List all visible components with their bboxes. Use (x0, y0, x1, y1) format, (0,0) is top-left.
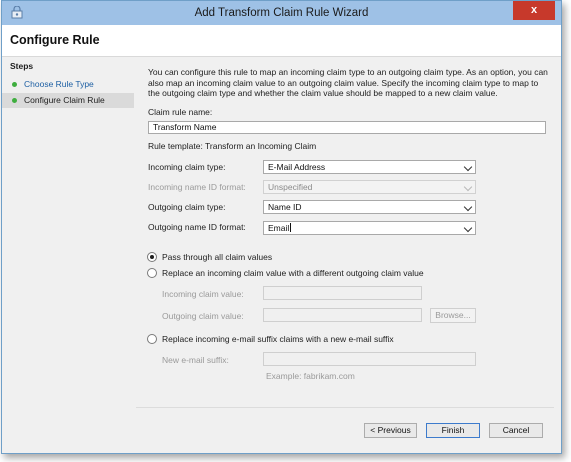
outgoing-claim-type-label: Outgoing claim type: (148, 202, 226, 212)
title-bar: Add Transform Claim Rule Wizard x (2, 1, 561, 25)
new-suffix-label: New e-mail suffix: (162, 355, 229, 365)
step-label: Choose Rule Type (24, 79, 94, 89)
pass-through-label[interactable]: Pass through all claim values (162, 252, 272, 262)
incoming-name-id-value: Unspecified (268, 182, 313, 192)
chevron-down-icon (463, 182, 473, 192)
rule-template-text: Rule template: Transform an Incoming Cla… (148, 141, 317, 151)
window-title: Add Transform Claim Rule Wizard (194, 7, 369, 19)
steps-panel: Steps Choose Rule Type Configure Claim R… (2, 57, 134, 451)
outgoing-claim-type-value: Name ID (268, 202, 302, 212)
close-icon: x (530, 4, 538, 16)
text-cursor (290, 223, 292, 232)
step-choose-rule-type[interactable]: Choose Rule Type (2, 77, 134, 92)
steps-title: Steps (10, 61, 34, 71)
page-header: Configure Rule (2, 25, 561, 57)
suffix-example-text: Example: fabrikam.com (266, 371, 355, 381)
replace-suffix-radio[interactable] (147, 334, 157, 344)
rule-name-input[interactable]: Transform Name (148, 121, 546, 134)
incoming-claim-type-select[interactable]: E-Mail Address (263, 160, 476, 174)
step-label: Configure Claim Rule (24, 95, 105, 105)
browse-button: Browse... (430, 308, 476, 323)
outgoing-name-id-value: Email (268, 223, 290, 233)
chevron-down-icon (463, 202, 473, 212)
step-status-icon (12, 82, 17, 87)
replace-suffix-label[interactable]: Replace incoming e-mail suffix claims wi… (162, 334, 394, 344)
pass-through-radio[interactable] (147, 252, 157, 262)
outgoing-claim-type-select[interactable]: Name ID (263, 200, 476, 214)
page-title: Configure Rule (10, 33, 100, 47)
chevron-down-icon (463, 223, 473, 233)
cancel-button[interactable]: Cancel (489, 423, 543, 438)
close-button[interactable]: x (513, 1, 555, 20)
new-suffix-input (263, 352, 476, 366)
outgoing-claim-value-label: Outgoing claim value: (162, 311, 244, 321)
rule-name-label: Claim rule name: (148, 107, 213, 117)
step-status-icon (12, 98, 17, 103)
chevron-down-icon (463, 162, 473, 172)
incoming-claim-value-label: Incoming claim value: (162, 289, 244, 299)
previous-button[interactable]: < Previous (364, 423, 417, 438)
outgoing-claim-value-input (263, 308, 422, 322)
footer-divider (136, 407, 554, 408)
description-text: You can configure this rule to map an in… (148, 67, 548, 98)
incoming-claim-value-input (263, 286, 422, 300)
finish-button[interactable]: Finish (426, 423, 480, 438)
incoming-claim-type-label: Incoming claim type: (148, 162, 226, 172)
replace-value-label[interactable]: Replace an incoming claim value with a d… (162, 268, 424, 278)
outgoing-name-id-select[interactable]: Email (263, 221, 476, 235)
incoming-name-id-label: Incoming name ID format: (148, 182, 246, 192)
wizard-window: Add Transform Claim Rule Wizard x Config… (1, 0, 562, 454)
main-panel: You can configure this rule to map an in… (136, 57, 554, 441)
incoming-name-id-select: Unspecified (263, 180, 476, 194)
step-configure-claim-rule[interactable]: Configure Claim Rule (2, 93, 134, 108)
replace-value-radio[interactable] (147, 268, 157, 278)
incoming-claim-type-value: E-Mail Address (268, 162, 326, 172)
outgoing-name-id-label: Outgoing name ID format: (148, 222, 246, 232)
